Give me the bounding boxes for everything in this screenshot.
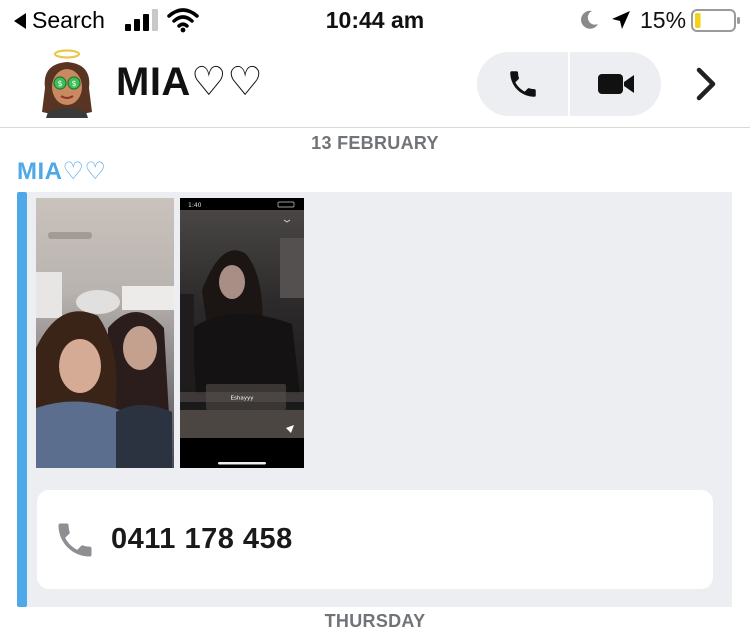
chat-title[interactable]: MIA♡♡: [116, 59, 264, 105]
battery-icon: [691, 9, 740, 32]
date-divider-next: THURSDAY: [324, 611, 426, 631]
call-controls: [477, 52, 661, 116]
phone-icon: [58, 523, 92, 557]
snap-time: 1:40: [188, 202, 202, 209]
profile-chevron-button[interactable]: [688, 64, 724, 104]
status-time: 10:44 am: [325, 7, 425, 33]
phone-number-card[interactable]: 0411 178 458: [37, 490, 713, 589]
phone-number: 0411 178 458: [111, 523, 293, 555]
video-call-button[interactable]: [570, 52, 661, 116]
snap-caption: Eshayyy: [231, 396, 255, 402]
svg-text:$: $: [71, 79, 76, 88]
message-accent-bar: [17, 192, 27, 607]
phone-icon: [509, 71, 536, 97]
message-sender: MIA♡♡: [17, 158, 107, 185]
do-not-disturb-moon-icon: [581, 10, 598, 29]
chat-photo-car-selfie[interactable]: [36, 198, 174, 468]
chat-photo-snap-screenshot[interactable]: 1:40 Eshayyy: [180, 198, 304, 468]
voice-call-button[interactable]: [477, 52, 568, 116]
chat-header: $ $ MIA♡♡: [0, 42, 750, 128]
location-arrow-icon: [612, 11, 630, 29]
battery-percent: 15%: [640, 7, 687, 33]
svg-text:$: $: [57, 79, 62, 88]
video-camera-icon: [597, 74, 634, 94]
bitmoji-avatar[interactable]: $ $: [34, 48, 100, 118]
date-divider: 13 FEBRUARY: [311, 133, 439, 153]
status-bar: Search 10:44 am 15%: [0, 0, 750, 42]
chevron-right-icon: [696, 67, 716, 101]
